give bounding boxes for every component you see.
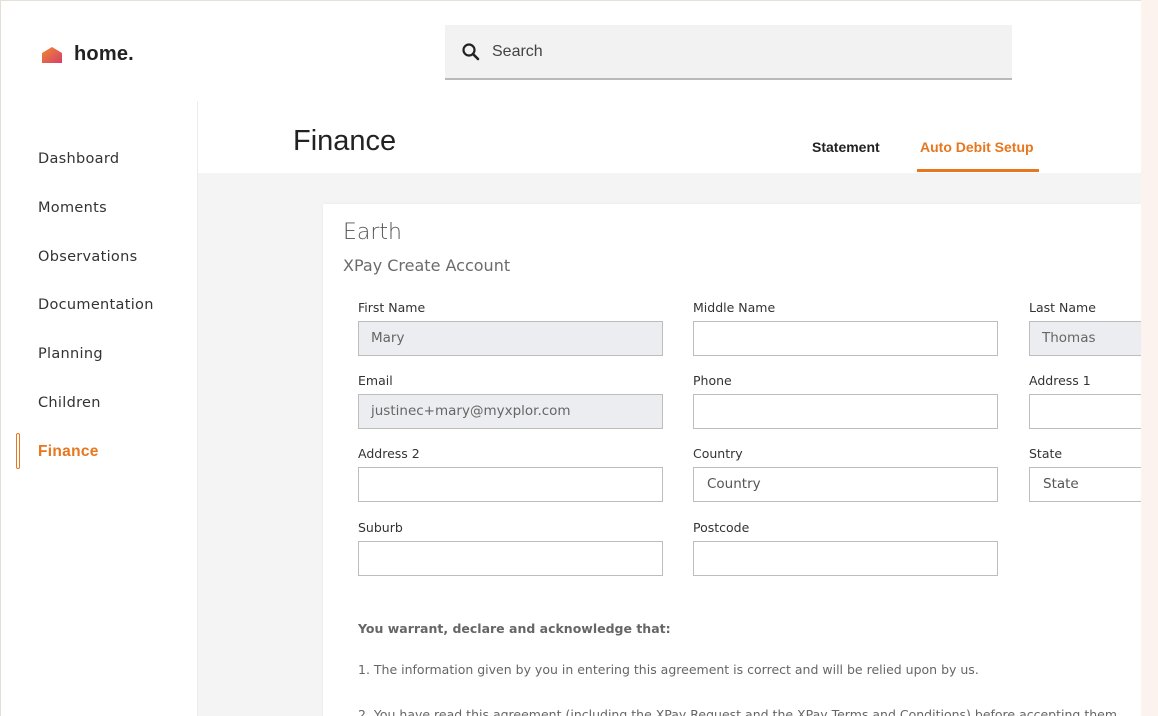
address2-field[interactable] (358, 467, 663, 502)
sidebar-item-dashboard[interactable]: Dashboard (38, 151, 119, 167)
sidebar-item-planning[interactable]: Planning (38, 346, 103, 362)
sidebar-item-finance[interactable]: Finance (38, 443, 99, 461)
sidebar-item-moments[interactable]: Moments (38, 200, 107, 216)
middle-name-label: Middle Name (693, 300, 776, 315)
last-name-field[interactable]: Thomas (1029, 321, 1141, 356)
search-icon (461, 42, 481, 62)
phone-label: Phone (693, 373, 732, 388)
tab-auto-debit-setup[interactable]: Auto Debit Setup (920, 139, 1034, 155)
phone-field[interactable] (693, 394, 998, 429)
sidebar: Dashboard Moments Observations Documenta… (1, 101, 198, 716)
tab-statement[interactable]: Statement (812, 139, 880, 155)
email-field[interactable]: justinec+mary@myxplor.com (358, 394, 663, 429)
clause-1: 1. The information given by you in enter… (358, 662, 979, 677)
country-label: Country (693, 446, 743, 461)
sidebar-item-observations[interactable]: Observations (38, 249, 137, 265)
search-bar[interactable]: Search (445, 25, 1012, 80)
active-tab-underline (917, 169, 1039, 172)
xpay-form-card: Earth XPay Create Account First Name Mar… (323, 204, 1141, 716)
logo-text: home. (74, 43, 134, 65)
address1-field[interactable] (1029, 394, 1141, 429)
active-nav-indicator (16, 433, 20, 469)
app-window: home. Search Dashboard Moments Observati… (0, 0, 1141, 716)
sidebar-item-children[interactable]: Children (38, 395, 101, 411)
sidebar-item-documentation[interactable]: Documentation (38, 297, 154, 313)
card-title: Earth (343, 220, 402, 245)
warrant-heading: You warrant, declare and acknowledge tha… (358, 621, 671, 636)
house-logo-icon (41, 46, 63, 64)
state-label: State (1029, 446, 1063, 461)
email-label: Email (358, 373, 393, 388)
address2-label: Address 2 (358, 446, 420, 461)
last-name-label: Last Name (1029, 300, 1096, 315)
main-content: Finance Statement Auto Debit Setup Earth… (198, 101, 1141, 716)
address1-label: Address 1 (1029, 373, 1091, 388)
suburb-field[interactable] (358, 541, 663, 576)
state-select[interactable]: State (1029, 467, 1141, 502)
middle-name-field[interactable] (693, 321, 998, 356)
page-header: Finance Statement Auto Debit Setup (198, 101, 1141, 173)
search-input[interactable]: Search (492, 43, 543, 61)
postcode-label: Postcode (693, 520, 750, 535)
top-bar: home. Search (1, 1, 1141, 102)
logo[interactable]: home. (41, 43, 134, 66)
first-name-field[interactable]: Mary (358, 321, 663, 356)
country-select[interactable]: Country (693, 467, 998, 502)
postcode-field[interactable] (693, 541, 998, 576)
page-title: Finance (293, 125, 397, 157)
first-name-label: First Name (358, 300, 426, 315)
card-subtitle: XPay Create Account (343, 256, 511, 275)
suburb-label: Suburb (358, 520, 403, 535)
